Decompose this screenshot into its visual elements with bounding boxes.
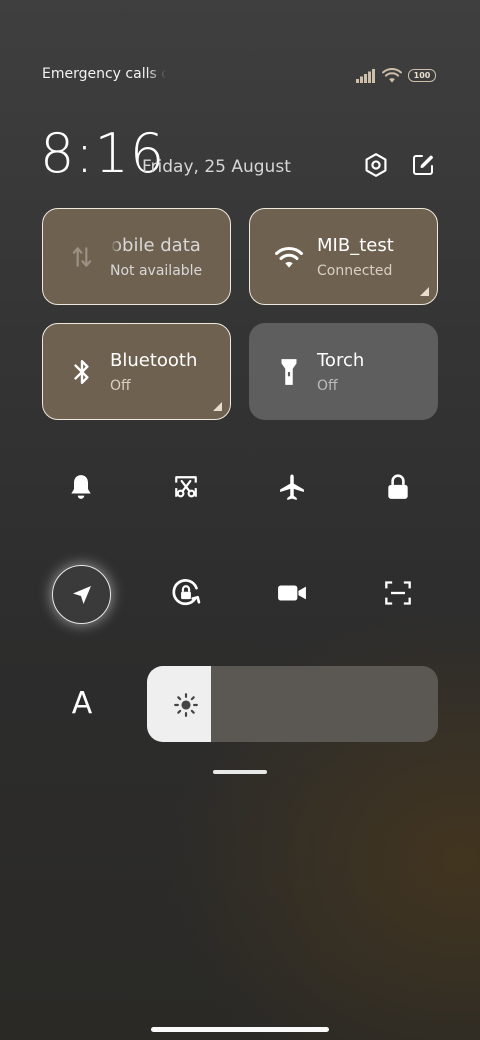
scanner-button[interactable] <box>378 573 418 613</box>
tile-subtitle: Off <box>110 378 131 394</box>
font-size-button[interactable]: A <box>62 683 102 723</box>
rotation-lock-icon <box>172 579 201 606</box>
wifi-status-icon <box>382 68 402 83</box>
tile-title: Bluetooth <box>110 350 198 371</box>
mobile-data-icon <box>67 242 97 272</box>
home-indicator[interactable] <box>151 1027 329 1032</box>
ringer-button[interactable] <box>61 467 101 507</box>
location-icon <box>72 585 91 604</box>
torch-icon <box>274 357 304 387</box>
edit-button[interactable] <box>408 150 438 180</box>
signal-icon <box>356 68 375 83</box>
screenshot-button[interactable] <box>166 467 206 507</box>
carrier-text: Emergency calls o <box>42 66 166 82</box>
screen-recorder-button[interactable] <box>272 573 312 613</box>
tile-subtitle: Not available <box>110 263 203 279</box>
tile-title: MIB_test <box>317 235 394 256</box>
gear-icon <box>365 153 387 177</box>
airplane-mode-button[interactable] <box>272 467 312 507</box>
tile-mobile-data[interactable]: obile data Not available <box>42 208 231 305</box>
bluetooth-icon <box>67 357 97 387</box>
rotation-lock-button[interactable] <box>166 573 206 613</box>
location-button[interactable] <box>52 565 111 624</box>
screenshot-icon <box>175 476 197 498</box>
airplane-icon <box>280 474 304 500</box>
tile-wifi[interactable]: MIB_test Connected <box>249 208 438 305</box>
status-icons: 100 <box>356 68 436 83</box>
panel-drag-handle[interactable] <box>213 770 267 774</box>
tile-title: obile data <box>111 235 201 256</box>
expand-corner-icon[interactable] <box>213 402 222 411</box>
expand-corner-icon[interactable] <box>420 287 429 296</box>
tile-subtitle: Connected <box>317 263 393 279</box>
wifi-icon <box>274 242 304 272</box>
battery-icon: 100 <box>408 69 436 82</box>
lock-screen-button[interactable] <box>378 467 418 507</box>
tile-torch[interactable]: Torch Off <box>249 323 438 420</box>
date-text: Friday, 25 August <box>142 157 291 177</box>
sun-icon <box>174 693 198 717</box>
tile-bluetooth[interactable]: Bluetooth Off <box>42 323 231 420</box>
settings-button[interactable] <box>361 150 391 180</box>
video-camera-icon <box>278 585 306 601</box>
scanner-icon <box>385 581 411 605</box>
tile-subtitle: Off <box>317 378 338 394</box>
tile-title: Torch <box>317 350 365 371</box>
edit-icon <box>413 155 433 175</box>
lock-icon <box>388 474 408 499</box>
status-bar: Emergency calls o 100 <box>42 66 436 88</box>
bell-icon <box>71 475 91 499</box>
brightness-slider[interactable] <box>147 666 438 742</box>
